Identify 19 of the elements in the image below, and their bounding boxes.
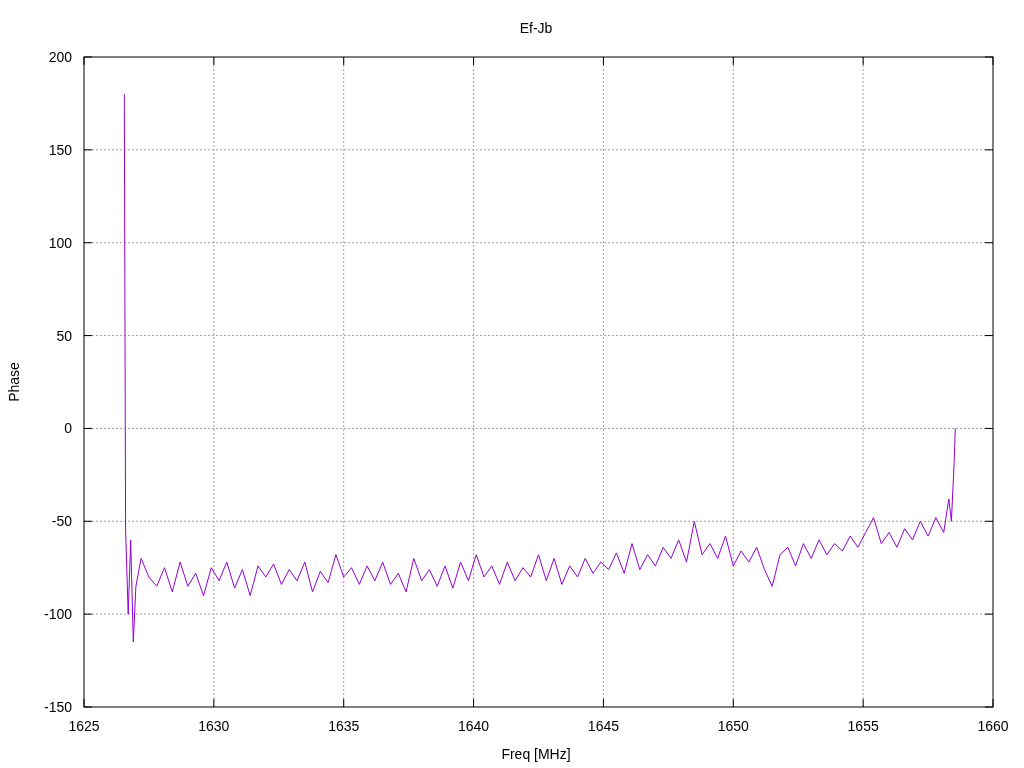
x-tick-label: 1645 (587, 718, 619, 734)
x-tick-label: 1650 (717, 718, 749, 734)
y-tick-label: 150 (48, 141, 72, 158)
y-tick-label: 200 (48, 49, 72, 65)
x-tick-label: 1625 (68, 718, 100, 734)
x-tick-label: 1655 (847, 718, 879, 734)
x-tick-label: 1660 (977, 718, 1009, 734)
x-tick-label: 1630 (198, 718, 230, 734)
y-axis-label: Phase (6, 362, 22, 402)
y-tick-label: 50 (56, 327, 72, 344)
y-tick-label: -100 (43, 606, 72, 623)
y-tick-label: 100 (48, 234, 72, 251)
y-tick-label: -50 (51, 513, 72, 530)
x-axis-label: Freq [MHz] (501, 746, 571, 762)
x-tick-label: 1635 (328, 718, 360, 734)
y-tick-label: -150 (43, 699, 72, 715)
chart-title: Ef-Jb (519, 20, 553, 36)
y-tick-label: 0 (64, 420, 72, 437)
x-tick-label: 1640 (458, 718, 490, 734)
